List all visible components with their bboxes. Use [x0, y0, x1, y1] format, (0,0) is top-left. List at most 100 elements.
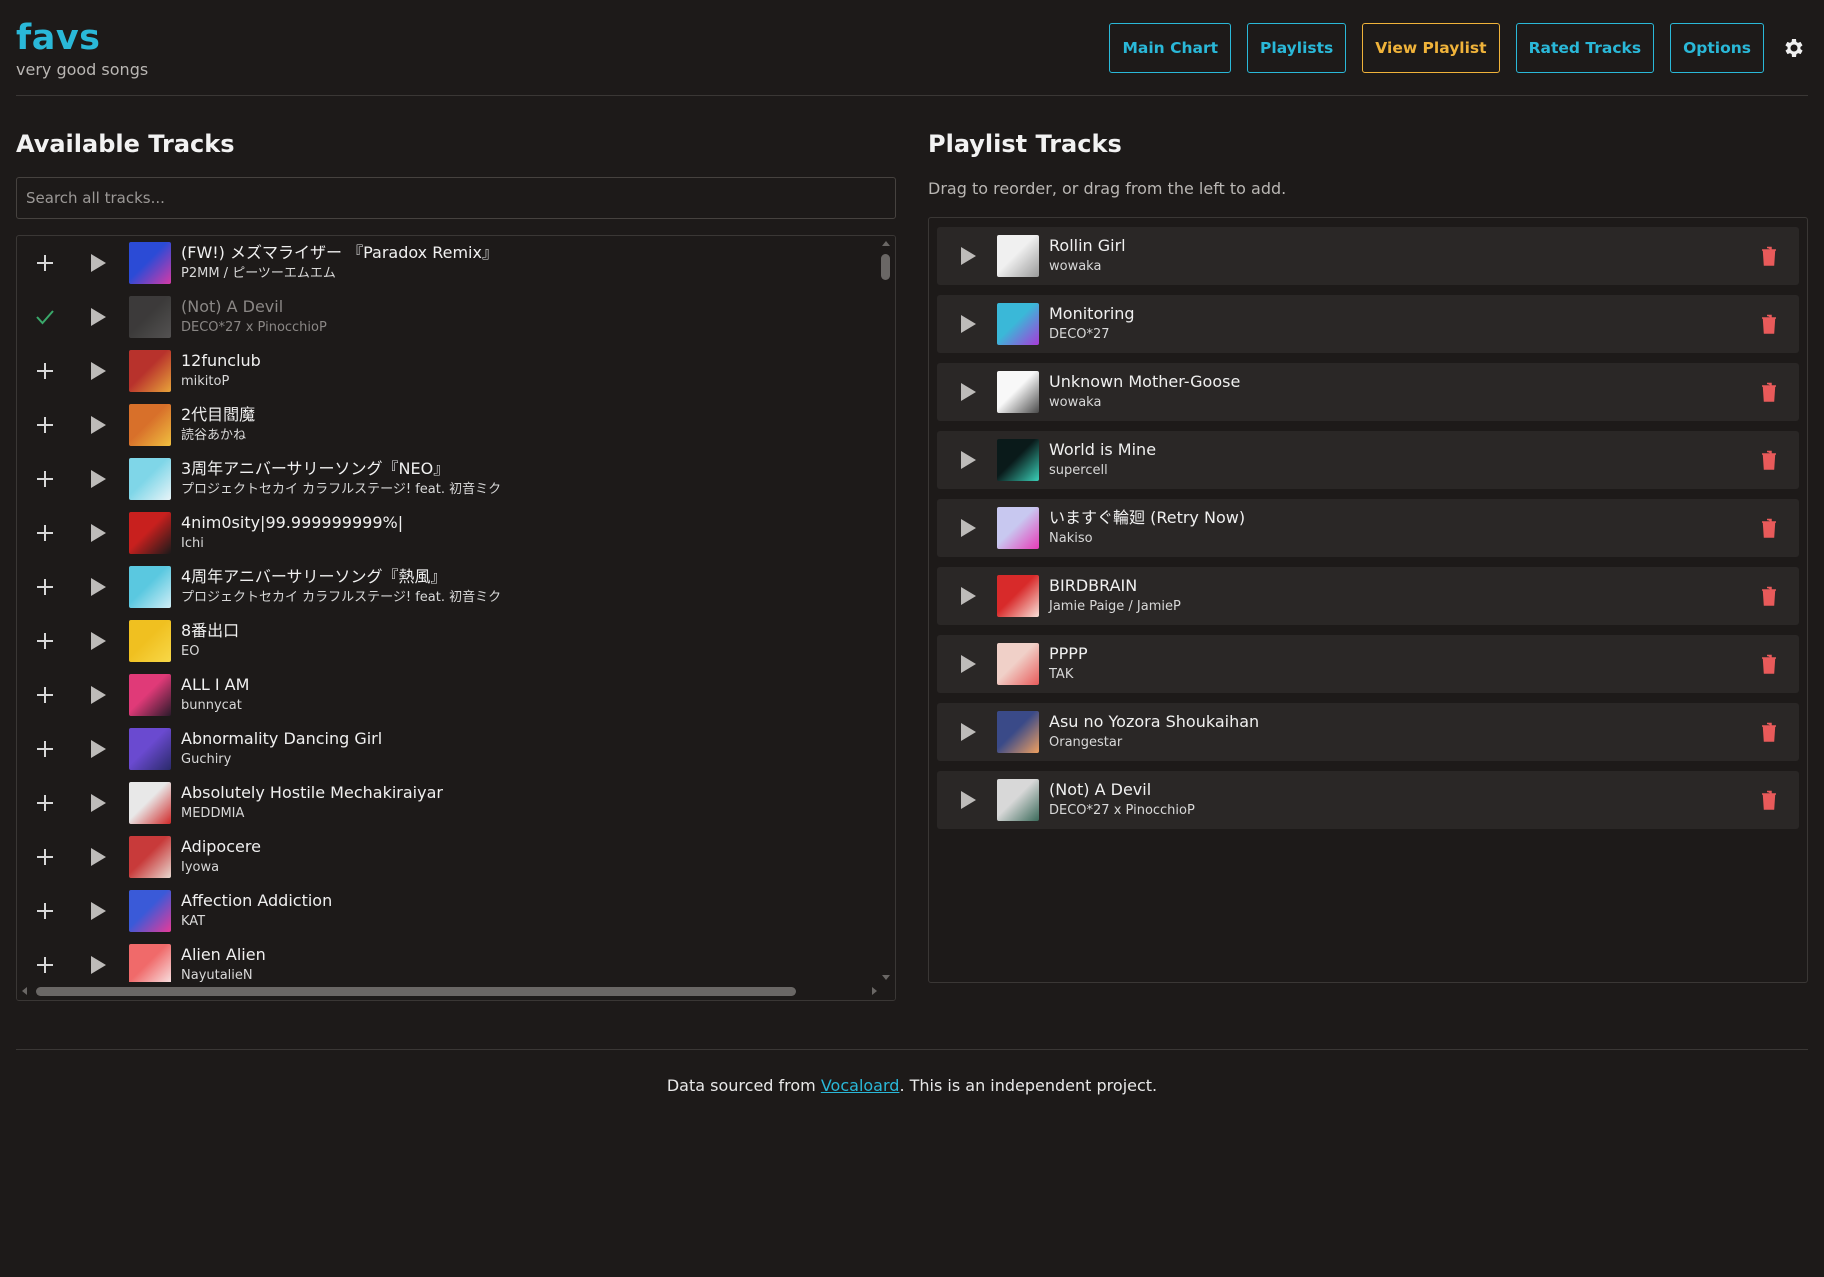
check-icon	[33, 305, 57, 329]
track-artwork	[997, 643, 1039, 685]
play-icon[interactable]	[957, 585, 979, 607]
trash-icon[interactable]	[1759, 245, 1779, 267]
track-title: Monitoring	[1049, 304, 1135, 323]
play-icon[interactable]	[87, 954, 109, 976]
play-icon[interactable]	[87, 684, 109, 706]
play-icon[interactable]	[87, 738, 109, 760]
available-track-row[interactable]: (Not) A Devil DECO*27 x PinocchioP	[17, 290, 879, 344]
add-icon[interactable]	[33, 845, 57, 869]
play-icon[interactable]	[957, 449, 979, 471]
horizontal-scroll-thumb[interactable]	[36, 987, 796, 996]
available-track-row[interactable]: 4nim0sity|99.999999999%| Ichi	[17, 506, 879, 560]
play-icon[interactable]	[87, 900, 109, 922]
trash-icon[interactable]	[1759, 789, 1779, 811]
playlist-track-row[interactable]: Rollin Girl wowaka	[937, 227, 1799, 285]
track-artwork	[129, 242, 171, 284]
playlist-track-row[interactable]: Monitoring DECO*27	[937, 295, 1799, 353]
play-icon[interactable]	[87, 792, 109, 814]
available-tracks-scroll[interactable]: (FW!) メズマライザー 『Paradox Remix』 P2MM / ピーツー…	[17, 236, 879, 984]
add-icon[interactable]	[33, 953, 57, 977]
nav-rated-tracks-button[interactable]: Rated Tracks	[1515, 23, 1655, 73]
available-track-row[interactable]: 2代目閻魔 読谷あかね	[17, 398, 879, 452]
play-icon[interactable]	[87, 846, 109, 868]
add-icon[interactable]	[33, 251, 57, 275]
add-icon[interactable]	[33, 683, 57, 707]
gear-icon[interactable]	[1780, 34, 1808, 62]
trash-icon[interactable]	[1759, 313, 1779, 335]
trash-icon[interactable]	[1759, 517, 1779, 539]
add-icon[interactable]	[33, 737, 57, 761]
track-artwork	[997, 439, 1039, 481]
play-icon[interactable]	[87, 252, 109, 274]
track-artwork	[129, 566, 171, 608]
play-icon[interactable]	[87, 468, 109, 490]
play-icon[interactable]	[957, 313, 979, 335]
available-tracks-list[interactable]: (FW!) メズマライザー 『Paradox Remix』 P2MM / ピーツー…	[16, 235, 896, 1001]
nav-main-chart-button[interactable]: Main Chart	[1109, 23, 1232, 73]
search-input[interactable]	[16, 177, 896, 219]
playlist-tracks-list[interactable]: Rollin Girl wowaka Monitoring DECO*27 Unknow…	[928, 217, 1808, 983]
scroll-up-arrow-icon[interactable]	[882, 241, 890, 246]
available-track-row[interactable]: 3周年アニバーサリーソング『NEO』 プロジェクトセカイ カラフルステージ! fe…	[17, 452, 879, 506]
available-track-row[interactable]: Adipocere Iyowa	[17, 830, 879, 884]
available-track-row[interactable]: Absolutely Hostile Mechakiraiyar MEDDMIA	[17, 776, 879, 830]
playlist-track-row[interactable]: Asu no Yozora Shoukaihan Orangestar	[937, 703, 1799, 761]
brand-title[interactable]: favs	[16, 18, 101, 58]
playlist-track-row[interactable]: World is Mine supercell	[937, 431, 1799, 489]
play-icon[interactable]	[87, 306, 109, 328]
add-icon[interactable]	[33, 359, 57, 383]
playlist-track-row[interactable]: PPPP TAK	[937, 635, 1799, 693]
available-track-row[interactable]: (FW!) メズマライザー 『Paradox Remix』 P2MM / ピーツー…	[17, 236, 879, 290]
play-icon[interactable]	[87, 360, 109, 382]
track-title: 4周年アニバーサリーソング『熱風』	[181, 567, 447, 586]
available-track-row[interactable]: Abnormality Dancing Girl Guchiry	[17, 722, 879, 776]
nav-playlists-button[interactable]: Playlists	[1247, 23, 1347, 73]
track-title: Alien Alien	[181, 945, 266, 964]
play-icon[interactable]	[957, 381, 979, 403]
available-track-row[interactable]: Affection Addiction KAT	[17, 884, 879, 938]
add-icon[interactable]	[33, 899, 57, 923]
add-icon[interactable]	[33, 521, 57, 545]
play-icon[interactable]	[87, 576, 109, 598]
horizontal-scrollbar[interactable]	[17, 982, 895, 1000]
available-track-row[interactable]: 8番出口 EO	[17, 614, 879, 668]
play-icon[interactable]	[87, 630, 109, 652]
play-icon[interactable]	[957, 517, 979, 539]
trash-icon[interactable]	[1759, 653, 1779, 675]
add-icon[interactable]	[33, 629, 57, 653]
available-track-row[interactable]: 4周年アニバーサリーソング『熱風』 プロジェクトセカイ カラフルステージ! fea…	[17, 560, 879, 614]
play-icon[interactable]	[957, 789, 979, 811]
scroll-down-arrow-icon[interactable]	[882, 975, 890, 980]
nav-options-button[interactable]: Options	[1670, 23, 1764, 73]
play-icon[interactable]	[957, 245, 979, 267]
play-icon[interactable]	[87, 522, 109, 544]
available-track-row[interactable]: ALL I AM bunnycat	[17, 668, 879, 722]
available-track-row[interactable]: 12funclub mikitoP	[17, 344, 879, 398]
trash-icon[interactable]	[1759, 585, 1779, 607]
play-icon[interactable]	[87, 414, 109, 436]
add-icon[interactable]	[33, 413, 57, 437]
vocaloard-link[interactable]: Vocaloard	[821, 1076, 900, 1095]
track-info: Monitoring DECO*27	[1049, 303, 1135, 345]
playlist-track-row[interactable]: いますぐ輪廻 (Retry Now) Nakiso	[937, 499, 1799, 557]
add-icon[interactable]	[33, 791, 57, 815]
track-info: Abnormality Dancing Girl Guchiry	[181, 728, 382, 770]
trash-icon[interactable]	[1759, 721, 1779, 743]
track-info: Adipocere Iyowa	[181, 836, 261, 878]
scroll-right-arrow-icon[interactable]	[872, 987, 877, 995]
add-icon[interactable]	[33, 575, 57, 599]
scroll-left-arrow-icon[interactable]	[22, 987, 27, 995]
playlist-track-row[interactable]: BIRDBRAIN Jamie Paige / JamieP	[937, 567, 1799, 625]
playlist-track-row[interactable]: (Not) A Devil DECO*27 x PinocchioP	[937, 771, 1799, 829]
trash-icon[interactable]	[1759, 449, 1779, 471]
available-track-row[interactable]: Alien Alien NayutalieN	[17, 938, 879, 984]
play-icon[interactable]	[957, 653, 979, 675]
vertical-scroll-thumb[interactable]	[881, 254, 890, 280]
play-icon[interactable]	[957, 721, 979, 743]
nav-view-playlist-button[interactable]: View Playlist	[1362, 23, 1500, 73]
track-info: Rollin Girl wowaka	[1049, 235, 1126, 277]
add-icon[interactable]	[33, 467, 57, 491]
playlist-track-row[interactable]: Unknown Mother-Goose wowaka	[937, 363, 1799, 421]
trash-icon[interactable]	[1759, 381, 1779, 403]
vertical-scrollbar[interactable]	[877, 236, 895, 984]
